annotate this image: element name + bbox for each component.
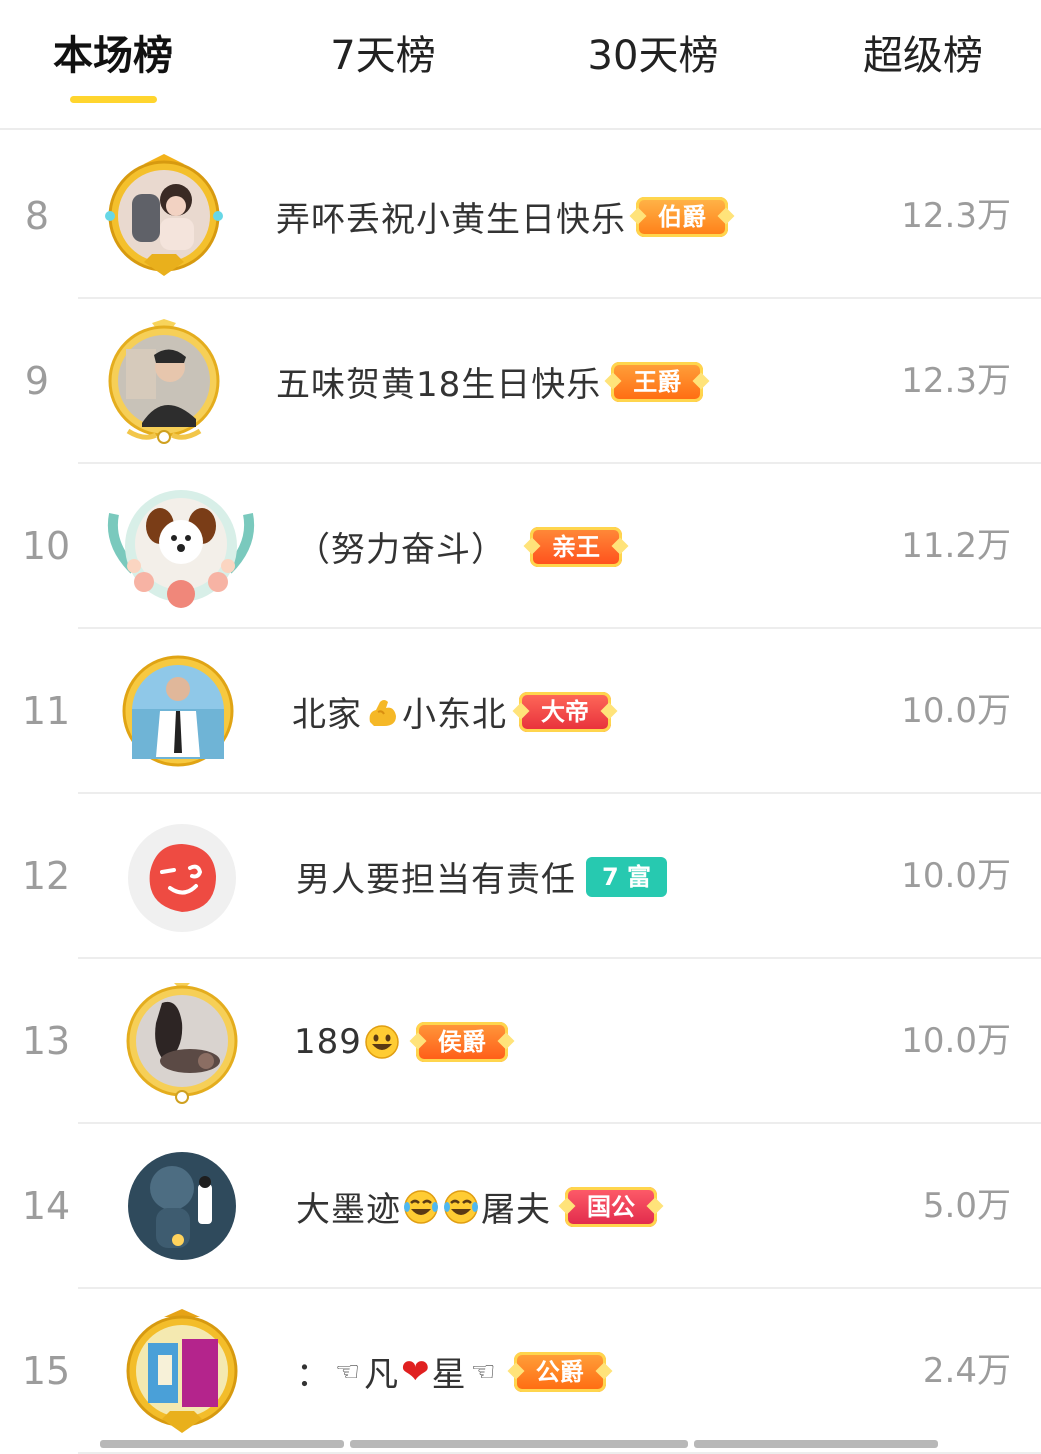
user-name-part: 小东北 (402, 695, 507, 735)
rank-badge: 公爵 (513, 1351, 606, 1392)
active-tab-indicator (70, 96, 157, 103)
avatar[interactable] (120, 649, 280, 777)
scroll-indicator (0, 1440, 1041, 1450)
user-name-cell: ： ☜ 凡 ❤ 星 ☜ 公爵 (296, 1289, 606, 1454)
user-name: 弄吥丢祝小黄生日快乐 (276, 200, 626, 240)
ranking-list: 8 弄吥丢祝小黄生日快乐 伯爵 12.3万 9 五味贺黄18生日快乐 王爵 12… (0, 134, 1041, 1454)
user-name-part: 凡 (364, 1355, 400, 1395)
ranking-tabs: 本场榜 7天榜 30天榜 超级榜 (0, 0, 1041, 130)
rank-number: 9 (24, 359, 50, 403)
ranking-row[interactable]: 8 弄吥丢祝小黄生日快乐 伯爵 12.3万 (0, 134, 1041, 299)
user-name-cell: 弄吥丢祝小黄生日快乐 伯爵 (276, 134, 728, 299)
tab-super[interactable]: 超级榜 (813, 28, 1033, 84)
avatar[interactable] (126, 1144, 286, 1272)
avatar[interactable] (122, 979, 282, 1107)
rank-badge: 大帝 (519, 691, 611, 732)
avatar[interactable] (104, 319, 264, 447)
rank-number: 15 (21, 1349, 71, 1393)
scroll-segment (350, 1440, 688, 1448)
rank-number: 14 (21, 1184, 71, 1228)
contribution-amount: 10.0万 (901, 1021, 1011, 1061)
rank-badge: 国公 (565, 1186, 657, 1227)
rank-number: 11 (21, 689, 71, 733)
scroll-segment (100, 1440, 344, 1448)
rank-number: 8 (24, 194, 50, 238)
user-name-part: 北家 (292, 695, 362, 735)
contribution-amount: 12.3万 (901, 196, 1011, 236)
user-name: （努力奋斗） (296, 530, 506, 570)
pointing-hand-emoji: ☜ (335, 1355, 361, 1388)
user-name-cell: 189 侯爵 (294, 959, 508, 1124)
user-name-part: 屠夫 (481, 1190, 551, 1230)
rank-badge: 亲王 (530, 526, 622, 567)
avatar[interactable] (104, 154, 264, 282)
user-name-cell: 五味贺黄18生日快乐 王爵 (276, 299, 704, 464)
flexed-biceps-emoji (369, 699, 396, 726)
pointing-hand-emoji: ☜ (470, 1355, 496, 1388)
user-name-cell: 男人要担当有责任 7 富 (296, 794, 668, 959)
user-name-cell: 北家 小东北 大帝 (292, 629, 611, 794)
tears-of-joy-emoji (444, 1189, 478, 1224)
avatar[interactable] (122, 1309, 282, 1437)
ranking-row[interactable]: 12 男人要担当有责任 7 富 10.0万 (0, 794, 1041, 959)
contribution-amount: 5.0万 (922, 1186, 1011, 1226)
smiley-emoji (365, 1024, 399, 1059)
user-name: 男人要担当有责任 (296, 860, 576, 900)
contribution-amount: 11.2万 (901, 526, 1011, 566)
rank-number: 12 (21, 854, 71, 898)
ranking-row[interactable]: 13 189 侯爵 10.0万 (0, 959, 1041, 1124)
wealth-badge: 7 富 (586, 856, 668, 897)
ranking-row[interactable]: 9 五味贺黄18生日快乐 王爵 12.3万 (0, 299, 1041, 464)
tab-30-days[interactable]: 30天榜 (543, 28, 763, 84)
tab-7-days[interactable]: 7天榜 (273, 28, 493, 84)
user-name-part: 星 (431, 1355, 467, 1395)
user-name-cell: 大墨迹 屠夫 国公 (296, 1124, 657, 1289)
contribution-amount: 10.0万 (901, 856, 1011, 896)
rank-badge: 伯爵 (636, 196, 728, 237)
user-name-part: ： (296, 1355, 331, 1395)
contribution-amount: 2.4万 (922, 1351, 1011, 1391)
user-name-part: 189 (294, 1021, 362, 1062)
rank-number: 10 (21, 524, 71, 568)
user-name: 五味贺黄18生日快乐 (276, 365, 602, 405)
ranking-row[interactable]: 14 大墨迹 屠夫 国公 5.0万 (0, 1124, 1041, 1289)
tab-current-session[interactable]: 本场榜 (3, 28, 223, 84)
rank-badge: 王爵 (611, 361, 704, 402)
heart-emoji: ❤ (401, 1351, 430, 1392)
scroll-segment (694, 1440, 938, 1448)
rank-badge: 侯爵 (415, 1021, 508, 1062)
user-name-part: 大墨迹 (296, 1190, 401, 1230)
tears-of-joy-emoji (404, 1189, 438, 1224)
rank-number: 13 (21, 1019, 71, 1063)
contribution-amount: 10.0万 (901, 691, 1011, 731)
avatar[interactable] (104, 484, 264, 612)
contribution-amount: 12.3万 (901, 361, 1011, 401)
ranking-row[interactable]: 11 北家 小东北 大帝 10.0万 (0, 629, 1041, 794)
avatar[interactable] (126, 814, 286, 942)
ranking-row[interactable]: 10 （努力奋斗） 亲王 11.2万 (0, 464, 1041, 629)
user-name-cell: （努力奋斗） 亲王 (296, 464, 622, 629)
ranking-row[interactable]: 15 ： ☜ 凡 ❤ 星 ☜ 公爵 2.4万 (0, 1289, 1041, 1454)
